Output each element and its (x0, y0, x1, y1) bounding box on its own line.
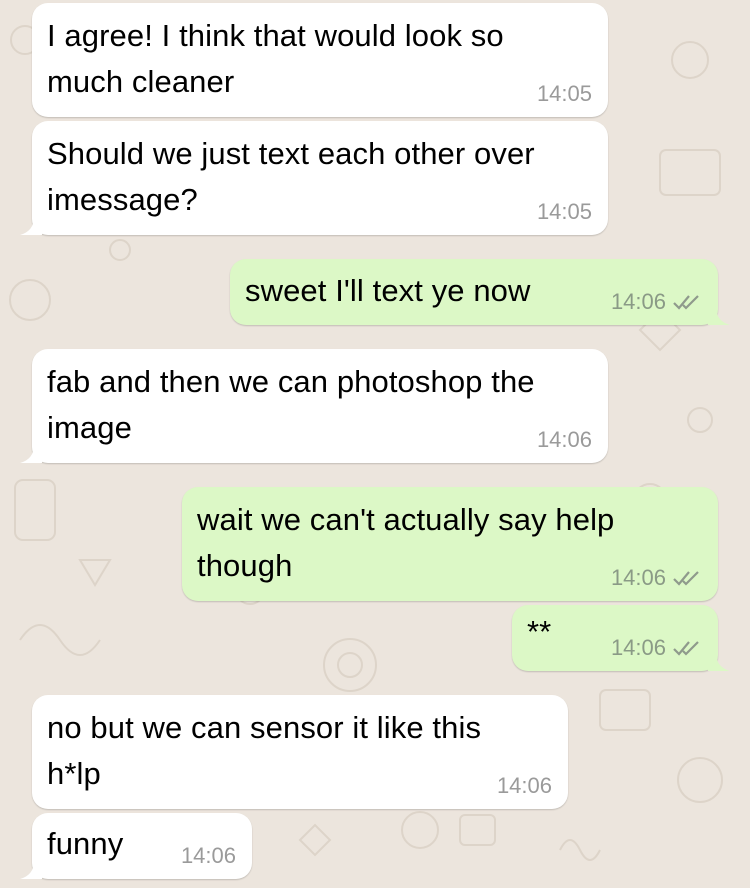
message-text: fab and then we can photoshop the image (47, 364, 535, 445)
message-time: 14:05 (536, 81, 592, 106)
message-bubble-incoming[interactable]: fab and then we can photoshop the image … (20, 349, 608, 463)
message-time: 14:06 (180, 843, 236, 868)
message-text: sweet I'll text ye now (245, 273, 531, 308)
bubble-tail (20, 213, 42, 235)
message-bubble-incoming[interactable]: funny 14:06 (20, 813, 252, 879)
message-time: 14:06 (536, 427, 592, 452)
chat-thread: I agree! I think that would look so much… (0, 0, 750, 888)
message-bubble-incoming[interactable]: no but we can sensor it like this h*lp 1… (32, 695, 568, 809)
double-check-icon (673, 641, 699, 656)
message-text: no but we can sensor it like this h*lp (47, 710, 482, 791)
message-text: funny (47, 826, 124, 861)
bubble-tail (708, 303, 730, 325)
message-time: 14:05 (536, 199, 592, 224)
message-text: Should we just text each other over imes… (47, 136, 535, 217)
message-time: 14:06 (610, 565, 666, 590)
message-bubble-incoming[interactable]: I agree! I think that would look so much… (32, 3, 608, 117)
message-bubble-incoming[interactable]: Should we just text each other over imes… (20, 121, 608, 235)
message-time: 14:06 (610, 289, 666, 314)
bubble-tail (708, 649, 730, 671)
bubble-tail (20, 441, 42, 463)
message-bubble-outgoing[interactable]: sweet I'll text ye now 14:06 (230, 259, 730, 325)
message-text: I agree! I think that would look so much… (47, 18, 504, 99)
message-text: wait we can't actually say help though (197, 502, 615, 583)
message-time: 14:06 (610, 635, 666, 660)
message-bubble-outgoing[interactable]: ** 14:06 (512, 605, 730, 671)
message-text: ** (527, 614, 552, 649)
double-check-icon (673, 571, 699, 586)
bubble-tail (20, 857, 42, 879)
double-check-icon (673, 295, 699, 310)
message-bubble-outgoing[interactable]: wait we can't actually say help though 1… (182, 487, 718, 601)
message-time: 14:06 (496, 773, 552, 798)
